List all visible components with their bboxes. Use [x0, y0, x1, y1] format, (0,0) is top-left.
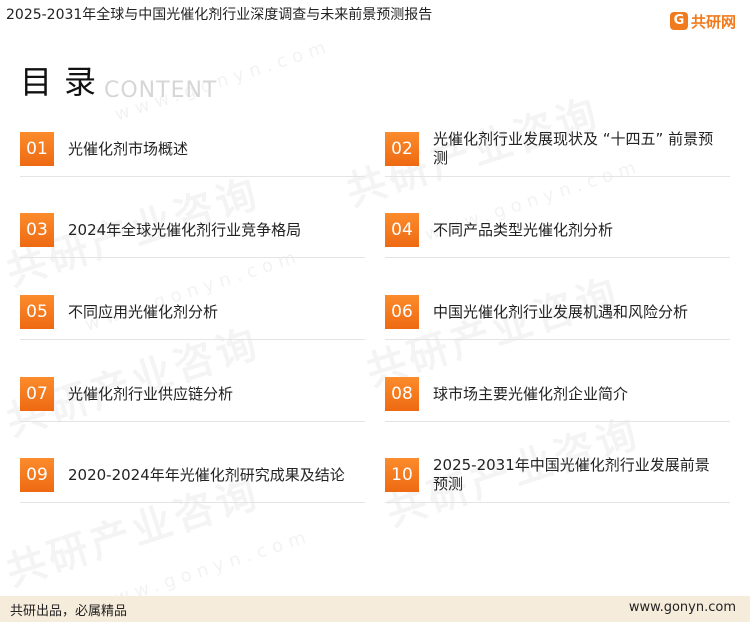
toc-number-badge: 02: [385, 132, 419, 166]
toc-item-label: 光催化剂行业供应链分析: [68, 384, 234, 403]
toc-divider: [20, 502, 365, 503]
toc-divider: [385, 176, 730, 177]
toc-item-label: 不同产品类型光催化剂分析: [433, 220, 614, 239]
footer-slogan: 共研出品，必属精品: [10, 604, 128, 619]
toc-divider: [20, 421, 365, 422]
toc-item-label: 中国光催化剂行业发展机遇和风险分析: [433, 302, 689, 321]
toc-number-badge: 04: [385, 213, 419, 247]
toc-number-badge: 07: [20, 377, 54, 411]
toc-item-07[interactable]: 07 光催化剂行业供应链分析: [20, 377, 365, 427]
toc-item-08[interactable]: 08 球市场主要光催化剂企业简介: [385, 377, 730, 427]
footer-bar: 共研出品，必属精品 www.gonyn.com: [0, 596, 750, 622]
toc-number-badge: 08: [385, 377, 419, 411]
toc-divider: [20, 176, 365, 177]
toc-item-06[interactable]: 06 中国光催化剂行业发展机遇和风险分析: [385, 295, 730, 345]
toc-item-label: 不同应用光催化剂分析: [68, 302, 219, 321]
toc-item-10[interactable]: 10 2025-2031年中国光催化剂行业发展前景预测: [385, 456, 730, 508]
footer-website-link[interactable]: www.gonyn.com: [629, 600, 736, 615]
toc-item-01[interactable]: 01 光催化剂市场概述: [20, 132, 365, 182]
toc-item-label: 2024年全球光催化剂行业竞争格局: [68, 220, 302, 239]
toc-item-label: 球市场主要光催化剂企业简介: [433, 384, 629, 403]
toc-item-03[interactable]: 03 2024年全球光催化剂行业竞争格局: [20, 213, 365, 263]
toc-number-badge: 03: [20, 213, 54, 247]
toc-divider: [385, 339, 730, 340]
toc-number-badge: 01: [20, 132, 54, 166]
toc-item-02[interactable]: 02 光催化剂行业发展现状及 “十四五” 前景预测: [385, 130, 730, 182]
toc-number-badge: 09: [20, 458, 54, 492]
toc-divider: [20, 257, 365, 258]
toc-item-09[interactable]: 09 2020-2024年年光催化剂研究成果及结论: [20, 458, 365, 508]
toc-divider: [20, 339, 365, 340]
toc-item-05[interactable]: 05 不同应用光催化剂分析: [20, 295, 365, 345]
toc-number-badge: 06: [385, 295, 419, 329]
toc-item-label: 光催化剂市场概述: [68, 139, 189, 158]
toc-divider: [385, 421, 730, 422]
toc-divider: [385, 502, 730, 503]
toc-item-label: 2025-2031年中国光催化剂行业发展前景预测: [433, 456, 710, 493]
toc-number-badge: 05: [20, 295, 54, 329]
table-of-contents: 01 光催化剂市场概述 02 光催化剂行业发展现状及 “十四五” 前景预测 03…: [0, 0, 750, 622]
toc-item-label: 光催化剂行业发展现状及 “十四五” 前景预测: [433, 130, 714, 167]
toc-item-04[interactable]: 04 不同产品类型光催化剂分析: [385, 213, 730, 263]
toc-item-label: 2020-2024年年光催化剂研究成果及结论: [68, 465, 345, 484]
toc-divider: [385, 257, 730, 258]
toc-number-badge: 10: [385, 458, 419, 492]
